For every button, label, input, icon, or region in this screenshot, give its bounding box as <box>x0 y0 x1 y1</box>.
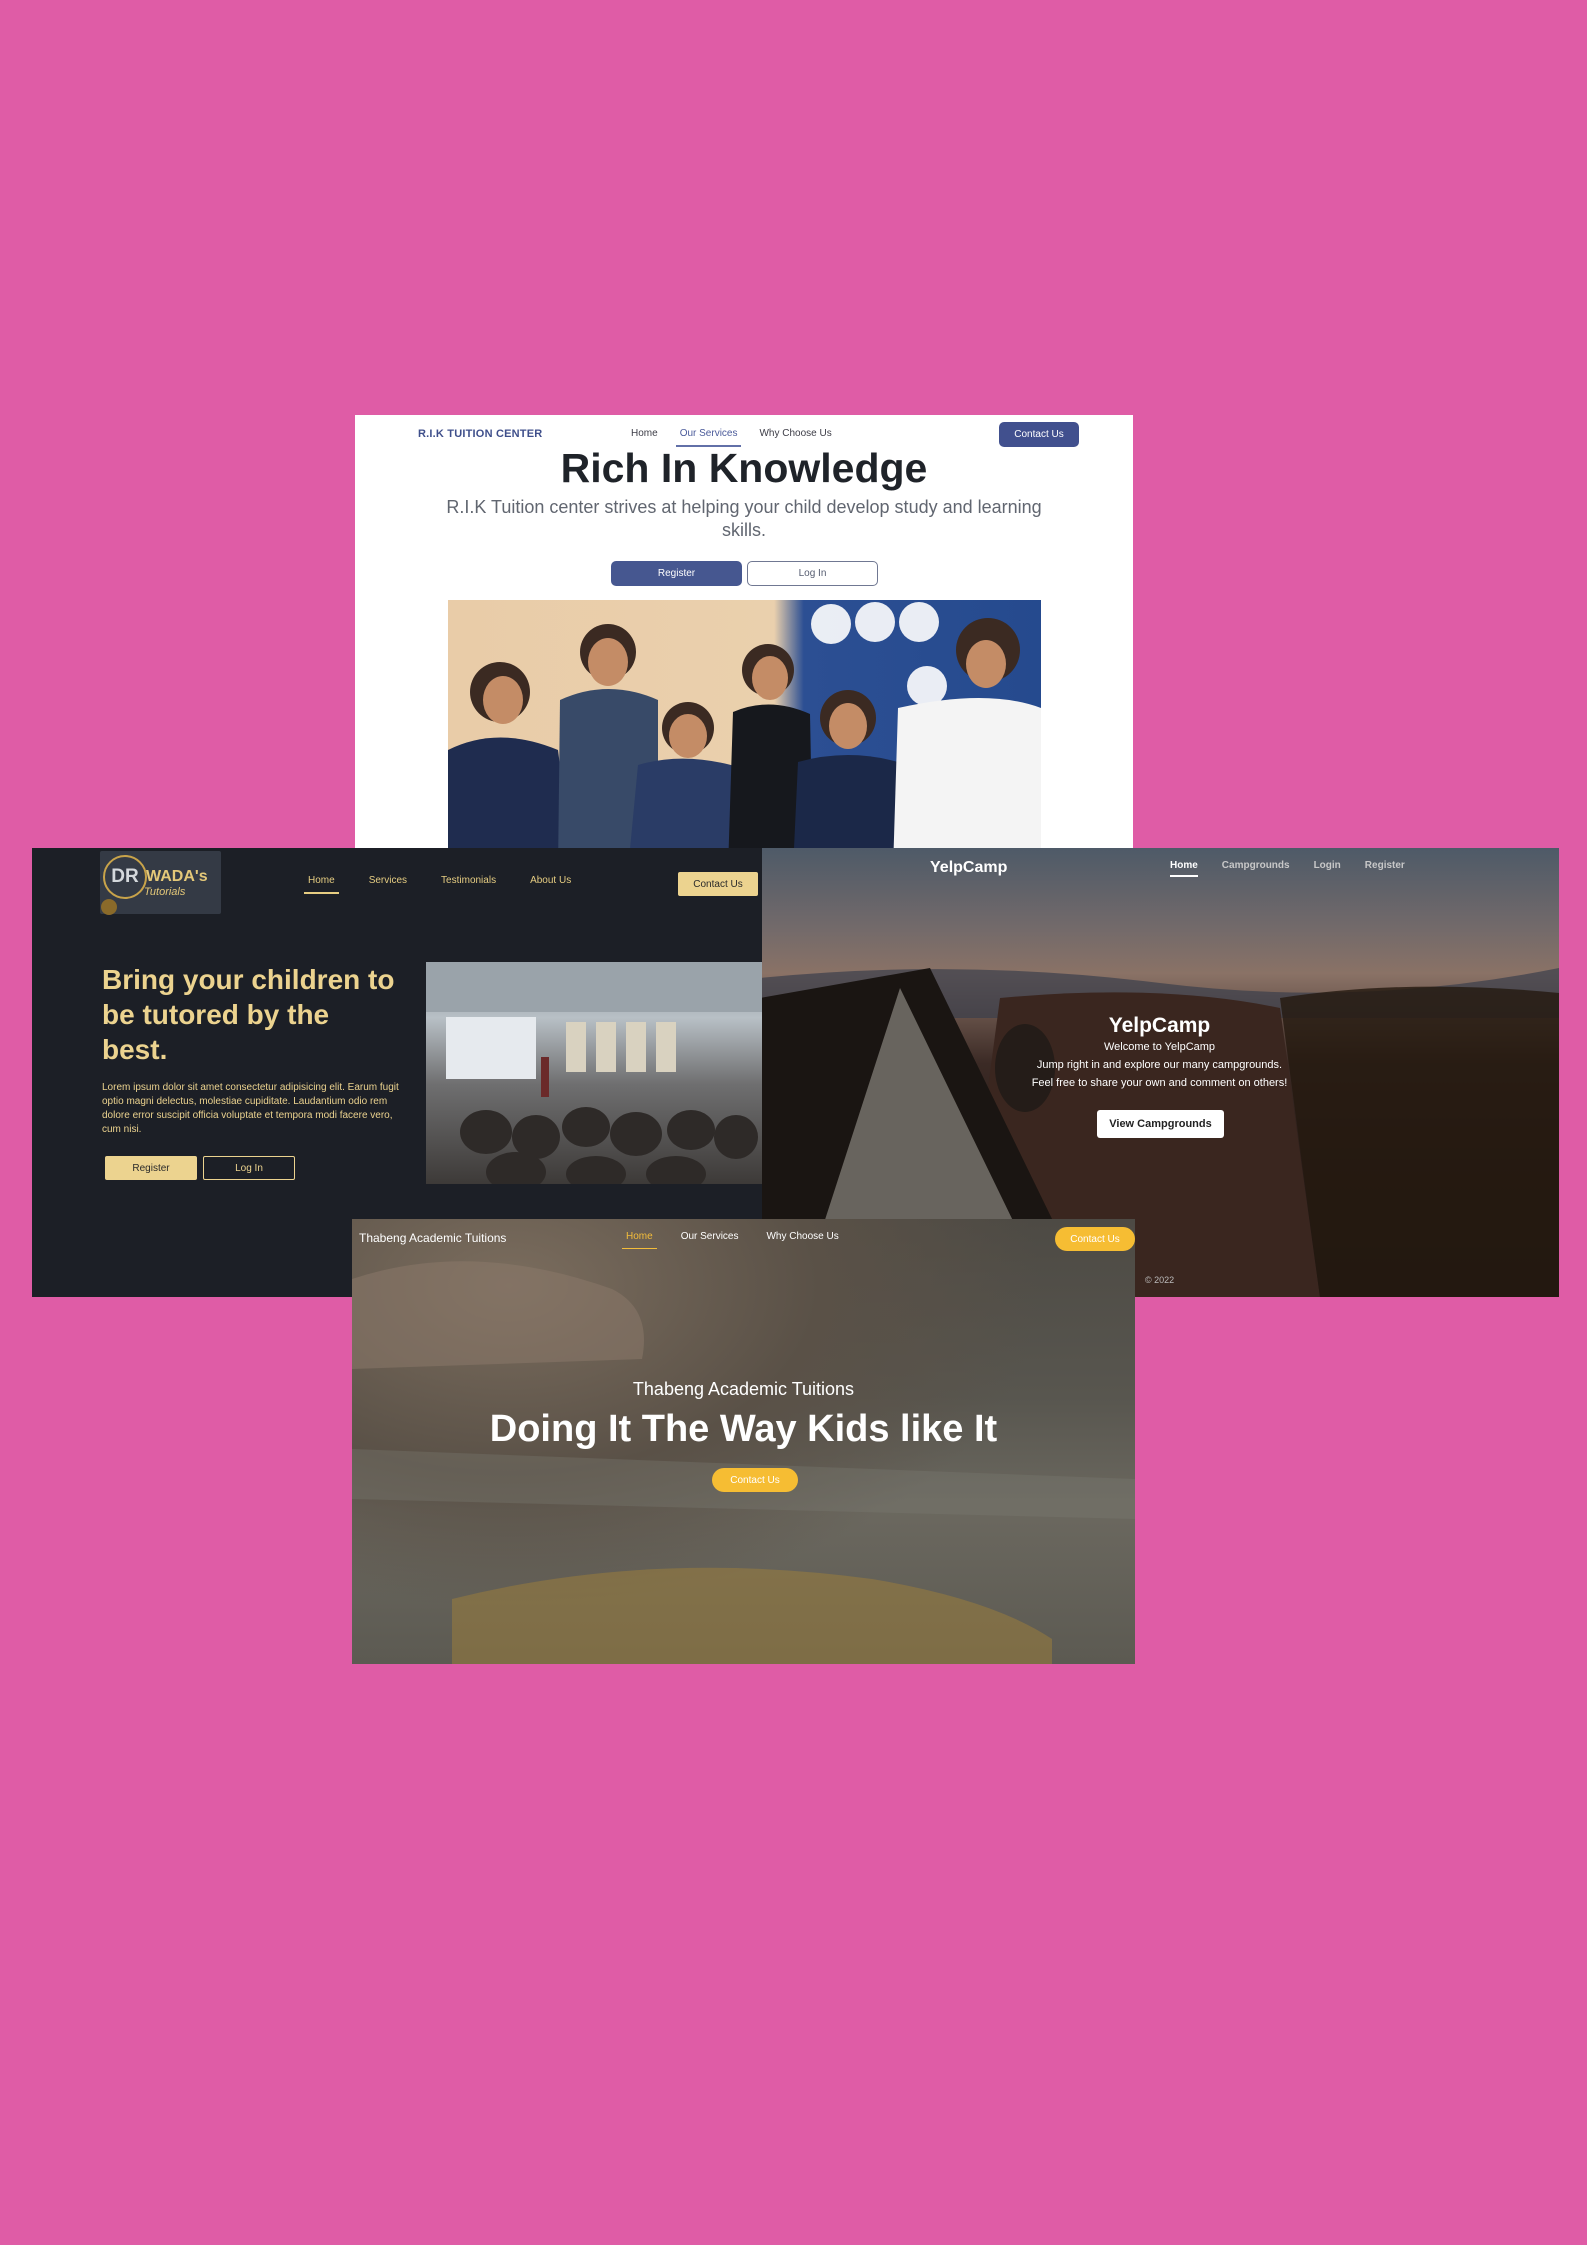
wada-hero-heading: Bring your children to be tutored by the… <box>102 964 395 1065</box>
yelp-hero: YelpCamp Welcome to YelpCamp Jump right … <box>760 1014 1559 1092</box>
thabeng-hero-subtitle: Thabeng Academic Tuitions <box>632 1379 855 1399</box>
wada-logo-ring: DR <box>103 855 147 899</box>
yelp-nav-login[interactable]: Login <box>1314 860 1341 877</box>
thabeng-nav-services[interactable]: Our Services <box>677 1231 743 1249</box>
wada-logo-dot <box>101 899 117 915</box>
thabeng-hero-contact-button[interactable]: Contact Us <box>712 1468 798 1492</box>
wada-classroom-photo <box>426 962 762 1184</box>
rik-brand[interactable]: R.I.K TUITION CENTER <box>418 428 542 440</box>
yelp-nav: Home Campgrounds Login Register <box>1170 860 1429 877</box>
yelp-hero-title: YelpCamp <box>1108 1014 1211 1037</box>
students-illustration <box>448 602 1041 867</box>
yelp-nav-campgrounds[interactable]: Campgrounds <box>1222 860 1290 877</box>
thabeng-contact-button[interactable]: Contact Us <box>1055 1227 1135 1251</box>
yelp-footer: © 2022 <box>1145 1275 1175 1285</box>
wada-nav-services[interactable]: Services <box>365 875 411 894</box>
wada-nav-about[interactable]: About Us <box>526 875 575 894</box>
rik-students-photo <box>448 600 1041 867</box>
rik-hero-subtitle: R.I.K Tuition center strives at helping … <box>446 497 1042 540</box>
thabeng-brand[interactable]: Thabeng Academic Tuitions <box>359 1231 506 1245</box>
wada-contact-button[interactable]: Contact Us <box>678 872 758 896</box>
wada-nav: Home Services Testimonials About Us <box>304 875 601 894</box>
rik-register-button[interactable]: Register <box>611 561 742 586</box>
rik-contact-button[interactable]: Contact Us <box>999 422 1079 447</box>
rik-hero-title: Rich In Knowledge <box>560 445 928 491</box>
yelp-view-campgrounds-button[interactable]: View Campgrounds <box>1097 1110 1224 1138</box>
wada-register-button[interactable]: Register <box>105 1156 197 1180</box>
yelp-hero-line-3: Feel free to share your own and comment … <box>1031 1077 1288 1089</box>
wada-logo[interactable]: DR WADA's Tutorials <box>100 851 221 915</box>
classroom-illustration <box>426 962 762 1184</box>
yelp-nav-register[interactable]: Register <box>1365 860 1405 877</box>
wada-login-button[interactable]: Log In <box>203 1156 295 1180</box>
rik-login-button[interactable]: Log In <box>747 561 878 586</box>
thabeng-nav: Home Our Services Why Choose Us <box>622 1231 863 1249</box>
yelp-hero-line-1: Welcome to YelpCamp <box>1103 1041 1216 1053</box>
wada-logo-script: Tutorials <box>144 886 186 898</box>
wada-nav-testimonials[interactable]: Testimonials <box>437 875 500 894</box>
thabeng-screenshot: Thabeng Academic Tuitions Home Our Servi… <box>352 1219 1135 1664</box>
yelp-hero-line-2: Jump right in and explore our many campg… <box>1036 1059 1283 1071</box>
wada-nav-home[interactable]: Home <box>304 875 339 894</box>
thabeng-nav-home[interactable]: Home <box>622 1231 657 1249</box>
wada-logo-name: WADA's <box>146 868 208 885</box>
rik-screenshot: R.I.K TUITION CENTER Home Our Services W… <box>355 415 1133 867</box>
yelp-brand[interactable]: YelpCamp <box>930 859 1007 877</box>
thabeng-hero-title: Doing It The Way Kids like It <box>489 1408 998 1450</box>
thabeng-nav-why[interactable]: Why Choose Us <box>762 1231 842 1249</box>
yelp-nav-home[interactable]: Home <box>1170 860 1198 877</box>
wada-hero-paragraph: Lorem ipsum dolor sit amet consectetur a… <box>102 1082 399 1135</box>
